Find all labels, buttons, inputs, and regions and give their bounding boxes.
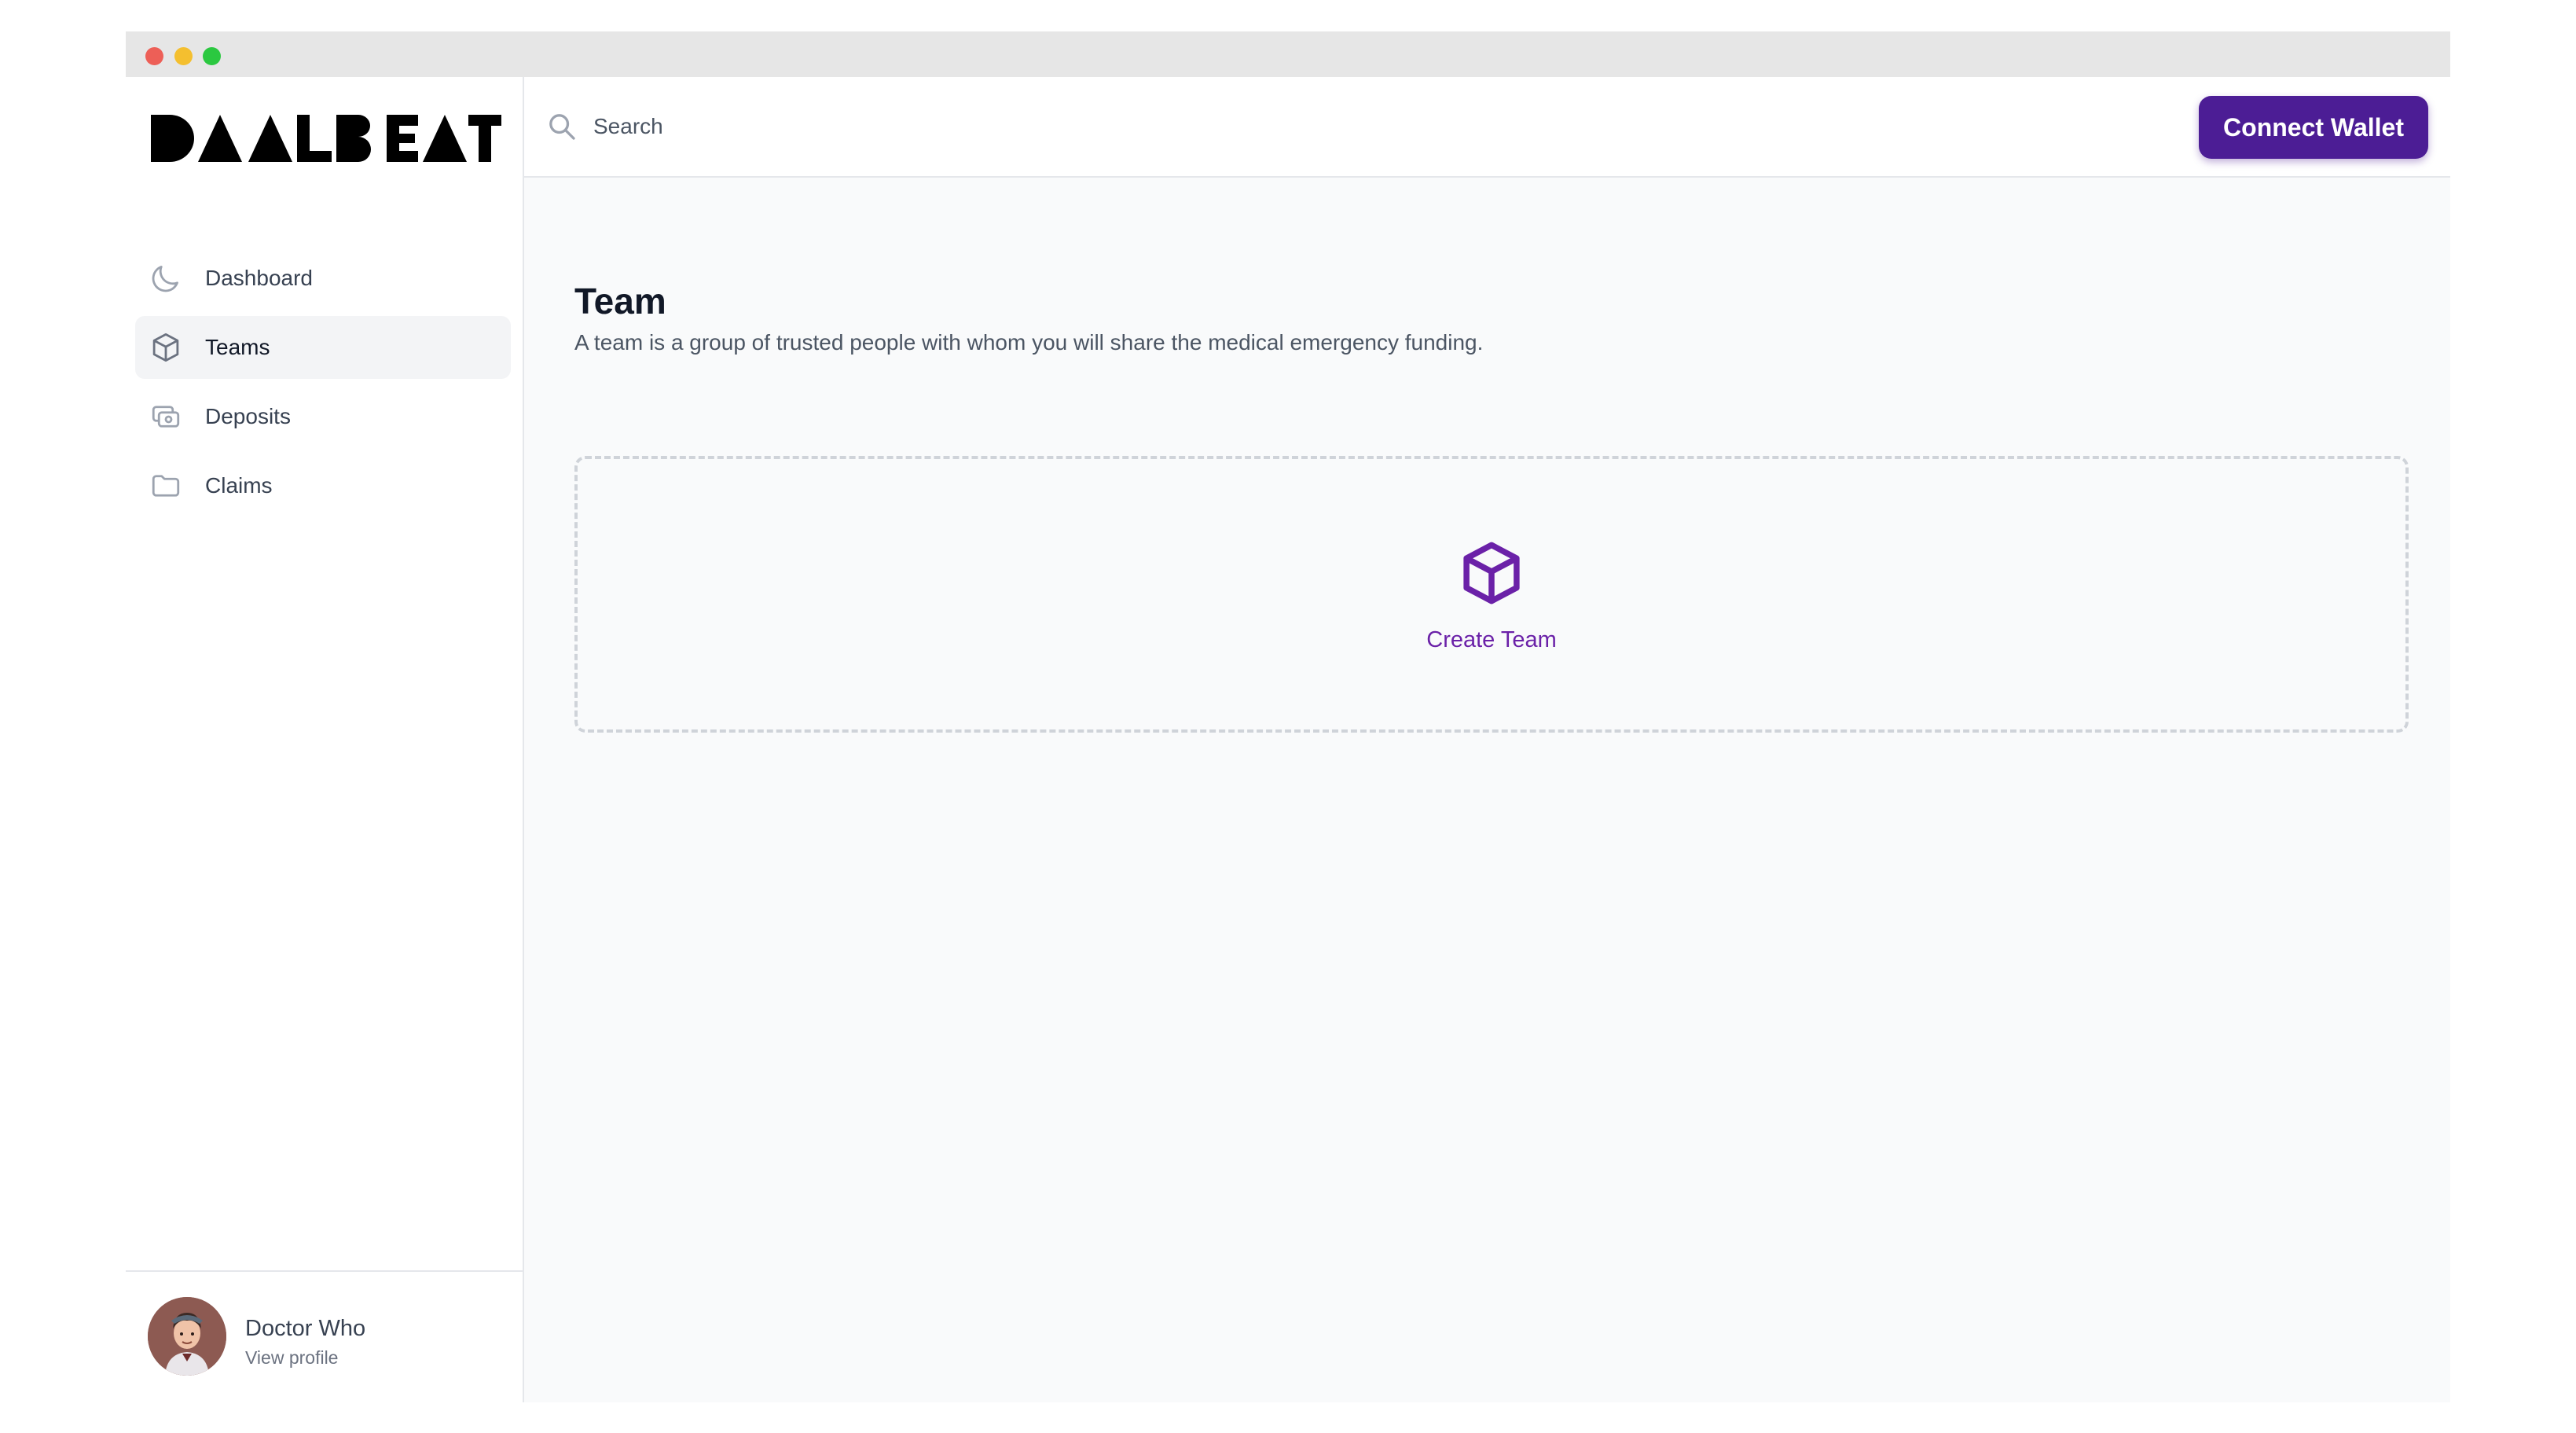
create-team-button[interactable]: Create Team xyxy=(574,456,2409,733)
cube-icon xyxy=(152,333,179,362)
sidebar-item-deposits[interactable]: Deposits xyxy=(135,385,511,448)
connect-wallet-button[interactable]: Connect Wallet xyxy=(2199,96,2428,159)
create-team-label: Create Team xyxy=(1426,627,1557,652)
main-content: Team A team is a group of trusted people… xyxy=(524,178,2450,1402)
cash-icon xyxy=(152,406,180,428)
avatar-image xyxy=(148,1297,226,1376)
view-profile-link[interactable]: View profile xyxy=(245,1347,338,1369)
sidebar-item-label: Deposits xyxy=(205,404,291,428)
page-description: A team is a group of trusted people with… xyxy=(574,330,1484,355)
user-profile[interactable]: Doctor Who View profile xyxy=(126,1270,523,1402)
minimize-window-button[interactable] xyxy=(174,47,193,65)
close-window-button[interactable] xyxy=(145,47,163,65)
folder-icon xyxy=(152,475,180,497)
sidebar-item-label: Claims xyxy=(205,473,273,498)
search-icon xyxy=(549,114,575,140)
window-titlebar xyxy=(126,31,2450,77)
sidebar: Dashboard Teams Deposits Claims Doctor W… xyxy=(126,77,524,1402)
search-input[interactable] xyxy=(593,107,1301,146)
top-bar: Connect Wallet xyxy=(524,77,2450,178)
avatar[interactable] xyxy=(148,1297,226,1376)
sidebar-item-dashboard[interactable]: Dashboard xyxy=(135,247,511,310)
sidebar-item-claims[interactable]: Claims xyxy=(135,454,511,517)
app-window: Dashboard Teams Deposits Claims Doctor W… xyxy=(126,31,2450,1402)
daalbeat-logo[interactable] xyxy=(151,113,501,164)
page-title: Team xyxy=(574,281,666,322)
profile-name: Doctor Who xyxy=(245,1316,366,1341)
maximize-window-button[interactable] xyxy=(203,47,221,65)
sidebar-item-teams[interactable]: Teams xyxy=(135,316,511,379)
cube-icon xyxy=(1463,542,1520,604)
moon-icon xyxy=(152,266,178,292)
sidebar-item-label: Teams xyxy=(205,335,270,359)
sidebar-item-label: Dashboard xyxy=(205,266,313,290)
